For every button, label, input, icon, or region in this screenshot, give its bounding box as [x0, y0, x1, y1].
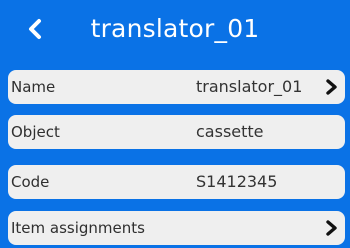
- code-value: S1412345: [196, 172, 278, 191]
- object-row: Object cassette: [8, 115, 345, 149]
- name-value: translator_01: [196, 77, 303, 96]
- code-row: Code S1412345: [8, 165, 345, 199]
- item-assignments-row[interactable]: Item assignments: [8, 211, 345, 245]
- object-value: cassette: [196, 122, 264, 141]
- object-label: Object: [11, 123, 60, 141]
- chevron-right-icon: [325, 220, 339, 236]
- name-row[interactable]: Name translator_01: [8, 70, 345, 104]
- name-label: Name: [11, 78, 56, 96]
- item-assignments-label: Item assignments: [11, 219, 145, 237]
- page-title: translator_01: [90, 14, 260, 43]
- code-label: Code: [11, 173, 50, 191]
- header-bar: translator_01: [0, 0, 350, 60]
- chevron-right-icon: [325, 79, 339, 95]
